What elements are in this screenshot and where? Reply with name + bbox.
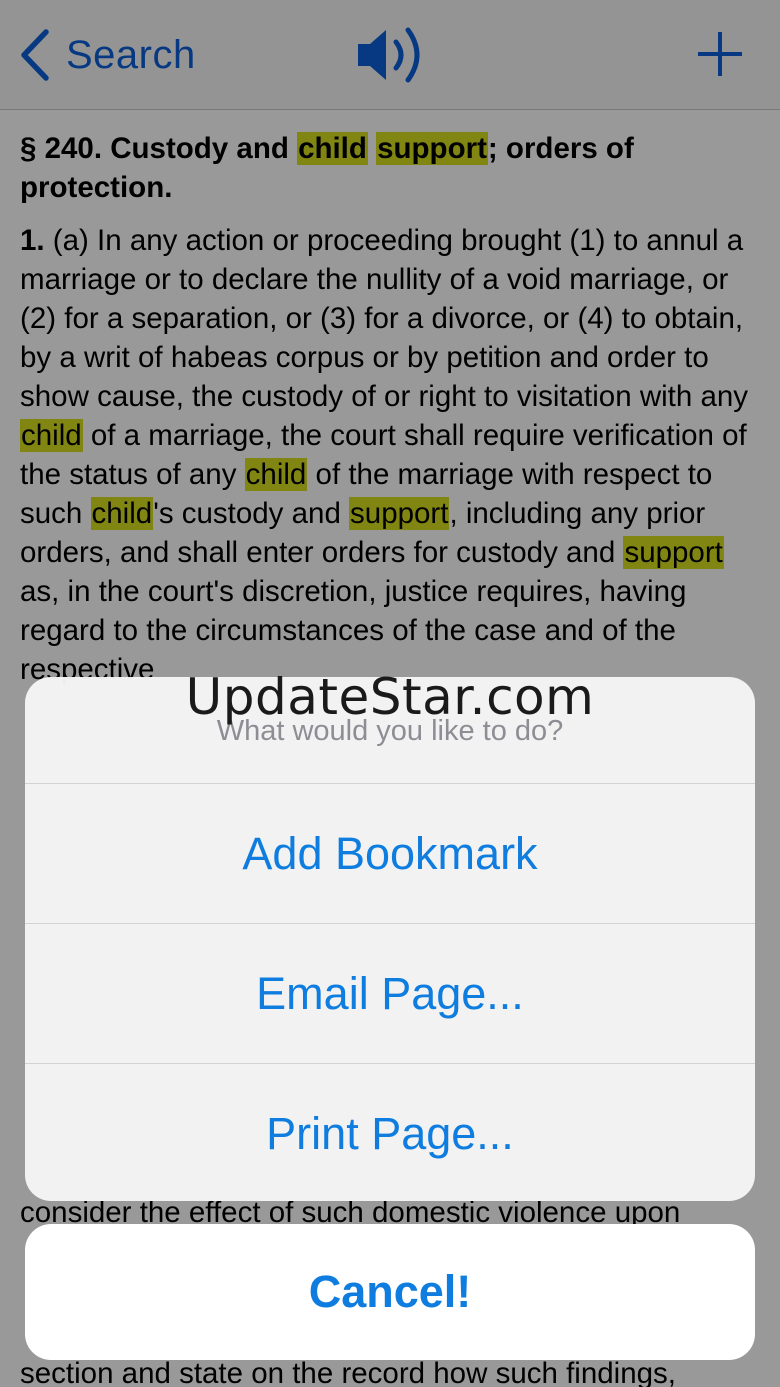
- add-bookmark-button[interactable]: Add Bookmark: [25, 784, 755, 924]
- cancel-button[interactable]: Cancel!: [25, 1224, 755, 1360]
- print-page-button[interactable]: Print Page...: [25, 1064, 755, 1201]
- watermark: UpdateStar.com: [185, 668, 595, 726]
- email-page-button[interactable]: Email Page...: [25, 924, 755, 1064]
- action-sheet: What would you like to do? Add Bookmark …: [25, 677, 755, 1201]
